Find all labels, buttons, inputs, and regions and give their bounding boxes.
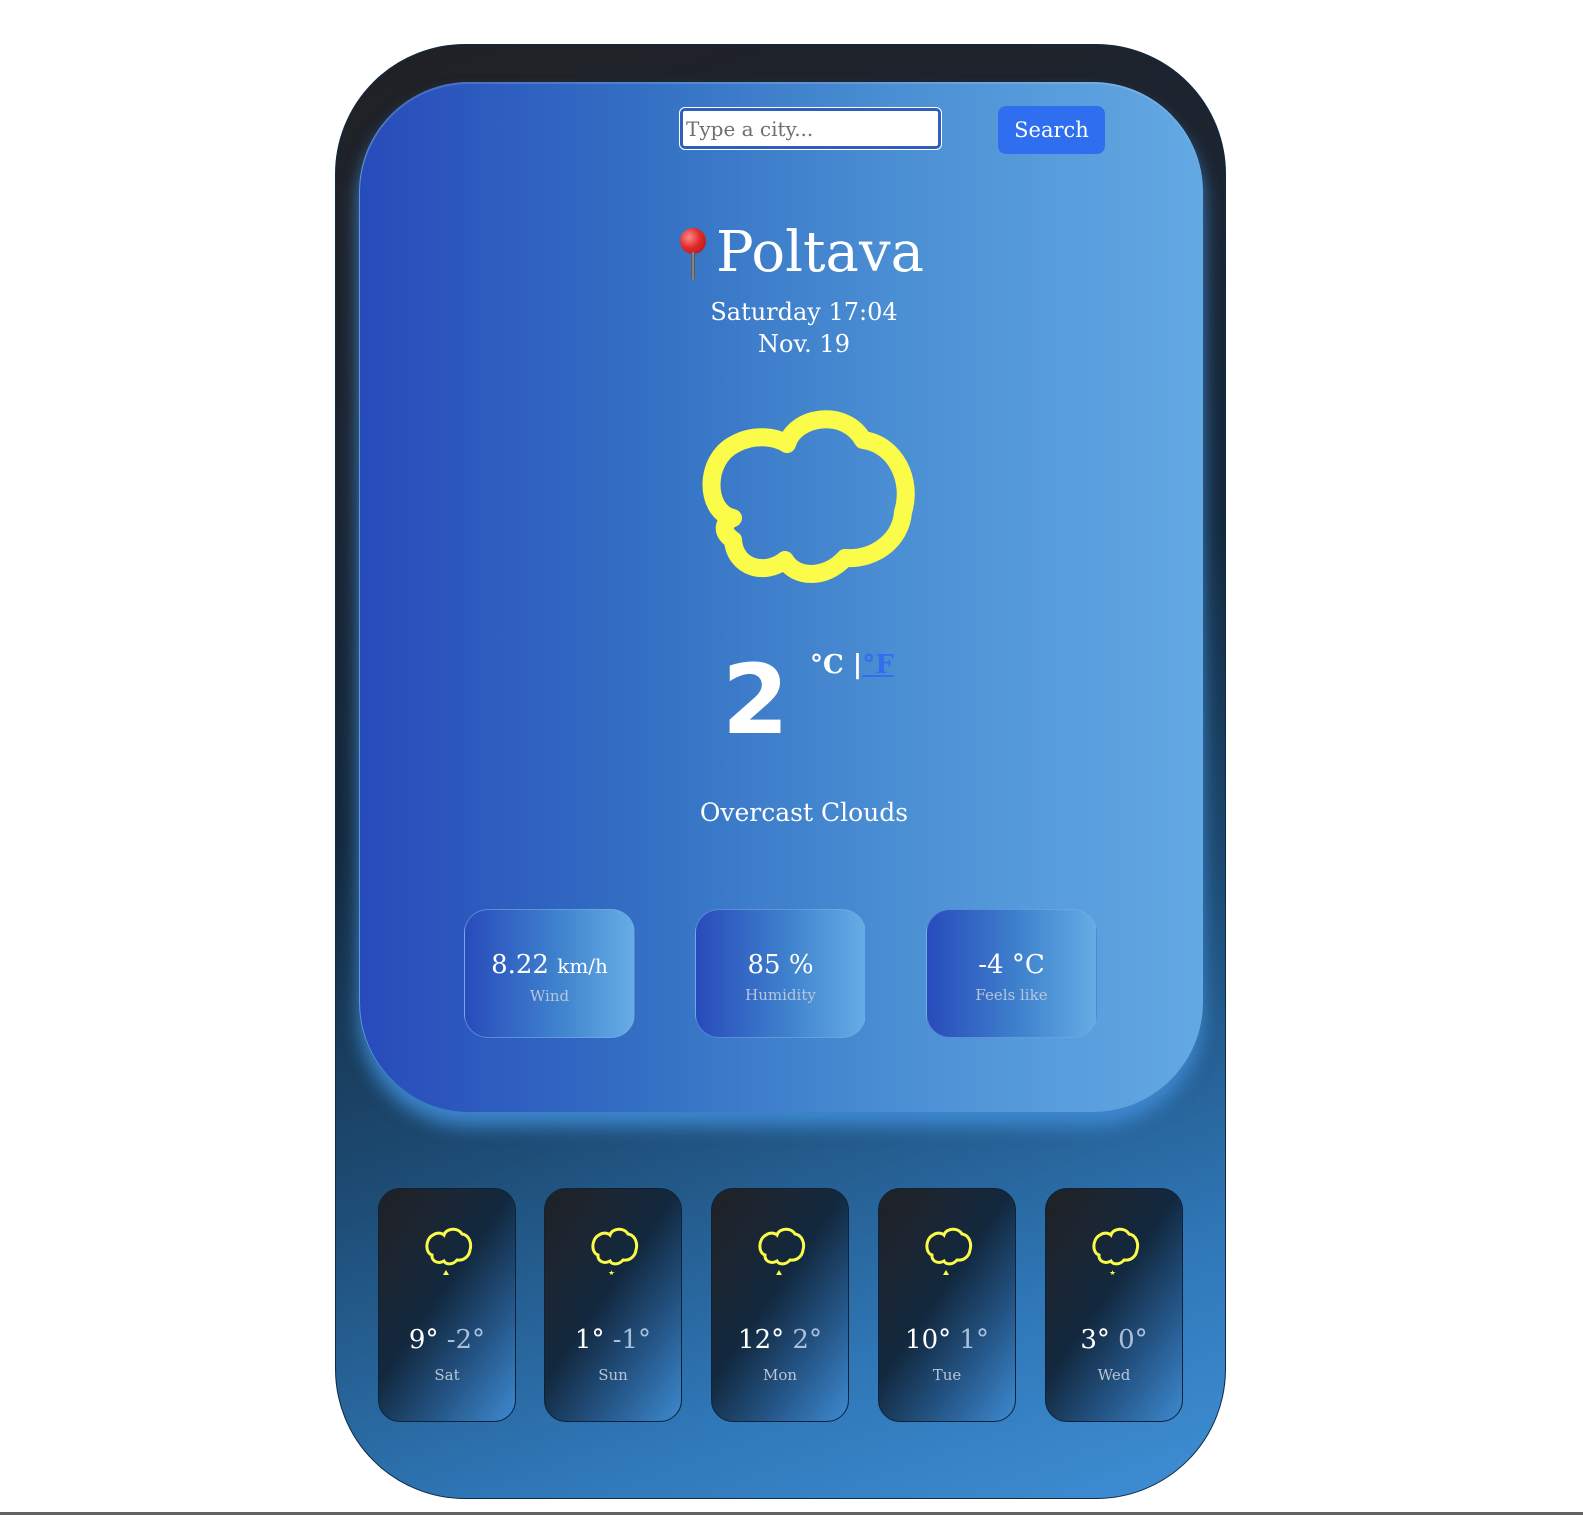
feels-like-unit: °C bbox=[1011, 950, 1045, 980]
forecast-low: -1° bbox=[612, 1325, 652, 1355]
fahrenheit-link[interactable]: °F bbox=[862, 650, 893, 680]
forecast-low: 0° bbox=[1118, 1325, 1148, 1355]
feels-like-label: Feels like bbox=[975, 986, 1048, 1004]
forecast-high: 10° bbox=[905, 1325, 952, 1355]
forecast-high: 1° bbox=[574, 1325, 605, 1355]
cloud-snow-icon bbox=[1092, 1227, 1140, 1275]
humidity-card: 85 % Humidity bbox=[695, 909, 866, 1038]
forecast-high: 9° bbox=[408, 1325, 439, 1355]
unit-separator: | bbox=[852, 650, 863, 680]
weather-description: Overcast Clouds bbox=[699, 798, 909, 827]
location-heading: Poltava bbox=[650, 218, 950, 288]
cloud-rain-icon bbox=[925, 1227, 973, 1275]
city-name: Poltava bbox=[716, 220, 924, 285]
search-button[interactable]: Search bbox=[998, 106, 1105, 154]
day-time: Saturday 17:04 bbox=[710, 298, 898, 326]
forecast-low: 1° bbox=[959, 1325, 989, 1355]
cloud-snow-icon bbox=[591, 1227, 639, 1275]
forecast-day-card: 10° 1° Tue bbox=[878, 1188, 1016, 1422]
city-search-input[interactable] bbox=[679, 107, 942, 150]
forecast-day-card: 9° -2° Sat bbox=[378, 1188, 516, 1422]
unit-toggle: °C |°F bbox=[810, 650, 894, 680]
date: Nov. 19 bbox=[758, 330, 850, 358]
forecast-day-card: 1° -1° Sun bbox=[544, 1188, 682, 1422]
wind-value: 8.22 bbox=[491, 950, 549, 980]
forecast-day: Tue bbox=[932, 1366, 962, 1384]
feels-like-card: -4 °C Feels like bbox=[926, 909, 1097, 1038]
wind-unit: km/h bbox=[557, 954, 608, 978]
forecast-day-card: 3° 0° Wed bbox=[1045, 1188, 1183, 1422]
cloud-rain-icon bbox=[758, 1227, 806, 1275]
feels-like-value: -4 bbox=[978, 950, 1004, 980]
forecast-low: -2° bbox=[446, 1325, 486, 1355]
forecast-high: 3° bbox=[1080, 1325, 1110, 1355]
round-pushpin-icon bbox=[676, 224, 710, 282]
cloud-rain-icon bbox=[425, 1227, 473, 1275]
forecast-day-card: 12° 2° Mon bbox=[711, 1188, 849, 1422]
current-temperature: 2 bbox=[722, 644, 789, 756]
date-time: Saturday 17:04 Nov. 19 bbox=[604, 296, 1004, 360]
humidity-label: Humidity bbox=[745, 986, 816, 1004]
forecast-day: Sat bbox=[434, 1366, 460, 1384]
celsius-unit[interactable]: °C bbox=[810, 650, 844, 680]
forecast-day: Sun bbox=[598, 1366, 628, 1384]
humidity-unit: % bbox=[788, 950, 814, 980]
wind-card: 8.22 km/h Wind bbox=[464, 909, 635, 1038]
forecast-low: 2° bbox=[792, 1325, 822, 1355]
wind-label: Wind bbox=[529, 987, 570, 1005]
forecast-day: Wed bbox=[1097, 1366, 1131, 1384]
humidity-value: 85 bbox=[747, 950, 781, 980]
cloud-icon bbox=[702, 410, 915, 583]
forecast-day: Mon bbox=[762, 1366, 798, 1384]
forecast-high: 12° bbox=[738, 1325, 785, 1355]
page-bottom-divider bbox=[0, 1512, 1583, 1515]
